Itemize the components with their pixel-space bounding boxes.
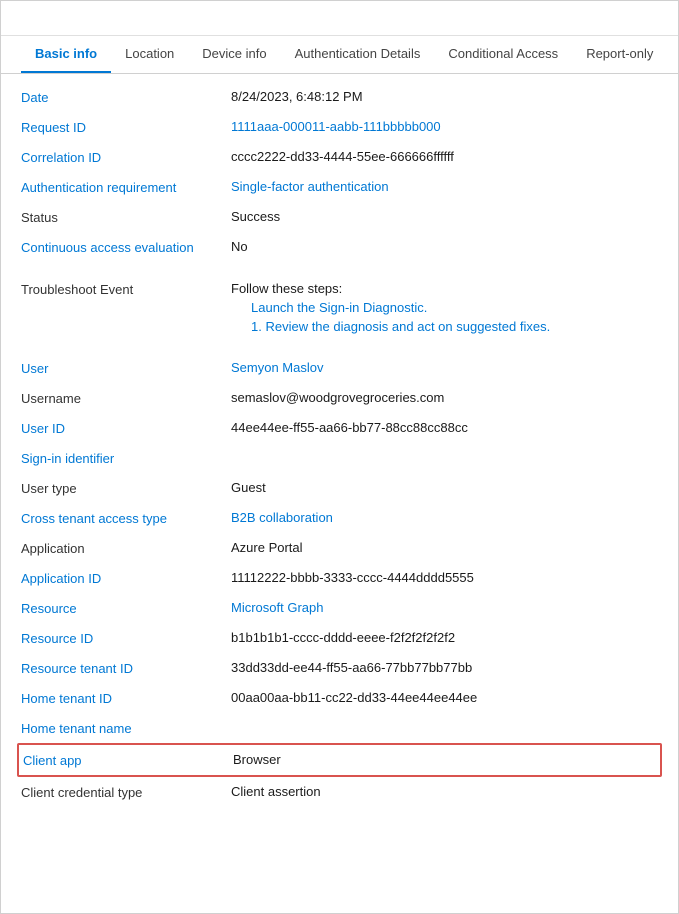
field-label: Sign-in identifier	[21, 450, 231, 466]
field-label: Date	[21, 89, 231, 105]
field-value[interactable]: B2B collaboration	[231, 510, 658, 525]
tab-location[interactable]: Location	[111, 36, 188, 73]
table-row: Cross tenant access typeB2B collaboratio…	[21, 503, 658, 533]
table-row: Usernamesemaslov@woodgrovegroceries.com	[21, 383, 658, 413]
table-row: Home tenant ID00aa00aa-bb11-cc22-dd33-44…	[21, 683, 658, 713]
table-row: Client appBrowser	[17, 743, 662, 777]
field-label: User type	[21, 480, 231, 496]
tab-conditional-access[interactable]: Conditional Access	[434, 36, 572, 73]
table-row: StatusSuccess	[21, 202, 658, 232]
tab-authentication-details[interactable]: Authentication Details	[281, 36, 435, 73]
field-label: Request ID	[21, 119, 231, 135]
table-row: User typeGuest	[21, 473, 658, 503]
field-label: User	[21, 360, 231, 376]
field-label: Correlation ID	[21, 149, 231, 165]
field-value[interactable]: Single-factor authentication	[231, 179, 658, 194]
table-row: ResourceMicrosoft Graph	[21, 593, 658, 623]
field-value[interactable]: Semyon Maslov	[231, 360, 658, 375]
table-row: Correlation IDcccc2222-dd33-4444-55ee-66…	[21, 142, 658, 172]
field-label: Client credential type	[21, 784, 231, 800]
field-label: Troubleshoot Event	[21, 281, 231, 297]
field-value: 8/24/2023, 6:48:12 PM	[231, 89, 658, 104]
field-label: Application	[21, 540, 231, 556]
tab-report-only[interactable]: Report-only	[572, 36, 667, 73]
table-row: Continuous access evaluationNo	[21, 232, 658, 262]
field-label: Cross tenant access type	[21, 510, 231, 526]
panel-title	[1, 1, 678, 36]
field-label: Home tenant ID	[21, 690, 231, 706]
field-value: 33dd33dd-ee44-ff55-aa66-77bb77bb77bb	[231, 660, 658, 675]
field-value: semaslov@woodgrovegroceries.com	[231, 390, 658, 405]
tab-device-info[interactable]: Device info	[188, 36, 280, 73]
table-row: Client credential typeClient assertion	[21, 777, 658, 807]
field-value: 00aa00aa-bb11-cc22-dd33-44ee44ee44ee	[231, 690, 658, 705]
table-row: Sign-in identifier	[21, 443, 658, 473]
field-label: Resource tenant ID	[21, 660, 231, 676]
field-label: Status	[21, 209, 231, 225]
table-row: ApplicationAzure Portal	[21, 533, 658, 563]
field-label: Username	[21, 390, 231, 406]
field-value[interactable]: 1111aaa-000011-aabb-111bbbbb000	[231, 119, 658, 134]
field-label: Resource ID	[21, 630, 231, 646]
field-label: User ID	[21, 420, 231, 436]
field-value: No	[231, 239, 658, 254]
tabs-bar: Basic infoLocationDevice infoAuthenticat…	[1, 36, 678, 74]
troubleshoot-review-text: 1. Review the diagnosis and act on sugge…	[231, 319, 658, 334]
table-row: User ID44ee44ee-ff55-aa66-bb77-88cc88cc8…	[21, 413, 658, 443]
field-value: Guest	[231, 480, 658, 495]
field-value[interactable]: Microsoft Graph	[231, 600, 658, 615]
troubleshoot-follow-text: Follow these steps:	[231, 281, 658, 296]
content-area: Date8/24/2023, 6:48:12 PMRequest ID1111a…	[1, 74, 678, 827]
field-value: 44ee44ee-ff55-aa66-bb77-88cc88cc88cc	[231, 420, 658, 435]
field-value: Browser	[233, 752, 656, 767]
field-value: Success	[231, 209, 658, 224]
table-row: Resource tenant ID33dd33dd-ee44-ff55-aa6…	[21, 653, 658, 683]
troubleshoot-launch-link[interactable]: Launch the Sign-in Diagnostic.	[231, 300, 658, 315]
table-row: Resource IDb1b1b1b1-cccc-dddd-eeee-f2f2f…	[21, 623, 658, 653]
table-row: Request ID1111aaa-000011-aabb-111bbbbb00…	[21, 112, 658, 142]
field-label: Authentication requirement	[21, 179, 231, 195]
field-label: Client app	[23, 752, 233, 768]
table-row: Date8/24/2023, 6:48:12 PM	[21, 82, 658, 112]
field-label: Home tenant name	[21, 720, 231, 736]
table-row: UserSemyon Maslov	[21, 353, 658, 383]
troubleshoot-block: Follow these steps: Launch the Sign-in Di…	[231, 281, 658, 334]
field-label: Continuous access evaluation	[21, 239, 231, 255]
activity-details-panel: Basic infoLocationDevice infoAuthenticat…	[0, 0, 679, 914]
field-value: Client assertion	[231, 784, 658, 799]
table-row: Troubleshoot EventFollow these steps: Lau…	[21, 274, 658, 341]
tab-basic-info[interactable]: Basic info	[21, 36, 111, 73]
field-value: cccc2222-dd33-4444-55ee-666666ffffff	[231, 149, 658, 164]
table-row: Home tenant name	[21, 713, 658, 743]
table-row: Authentication requirementSingle-factor …	[21, 172, 658, 202]
field-label: Application ID	[21, 570, 231, 586]
field-value: 11112222-bbbb-3333-cccc-4444dddd5555	[231, 570, 658, 585]
table-row: Application ID11112222-bbbb-3333-cccc-44…	[21, 563, 658, 593]
field-label: Resource	[21, 600, 231, 616]
field-value: b1b1b1b1-cccc-dddd-eeee-f2f2f2f2f2f2	[231, 630, 658, 645]
field-value: Azure Portal	[231, 540, 658, 555]
